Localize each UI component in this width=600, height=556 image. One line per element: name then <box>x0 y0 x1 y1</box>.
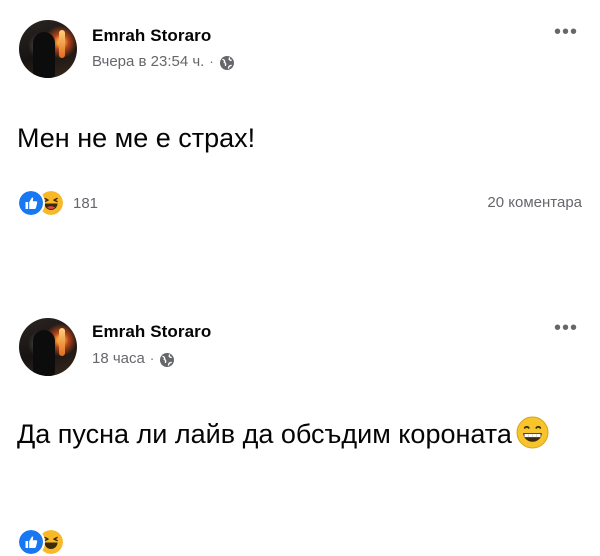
post-text: Да пусна ли лайв да обсъдим короната <box>17 416 577 453</box>
post-timestamp[interactable]: 18 часа <box>92 350 145 367</box>
meta-separator: · <box>149 351 155 366</box>
globe-icon <box>219 55 234 70</box>
post-meta: 18 часа · <box>92 350 175 367</box>
grinning-face-icon <box>516 416 549 449</box>
reactions-summary[interactable] <box>17 528 65 556</box>
post-text: Мен не ме е страх! <box>17 123 256 153</box>
comments-count-link[interactable]: 20 коментара <box>487 194 582 211</box>
post-card: Emrah Storaro 18 часа · ••• Да пусна ли … <box>0 296 600 556</box>
like-icon <box>17 189 45 217</box>
author-name[interactable]: Emrah Storaro <box>92 26 211 46</box>
post-card: Emrah Storaro Вчера в 23:54 ч. · ••• Мен… <box>0 0 600 240</box>
author-avatar[interactable] <box>19 318 77 376</box>
like-icon <box>17 528 45 556</box>
more-options-button[interactable]: ••• <box>554 22 578 42</box>
author-avatar[interactable] <box>19 20 77 78</box>
post-text-content: Да пусна ли лайв да обсъдим короната <box>17 419 512 449</box>
meta-separator: · <box>209 54 214 69</box>
post-meta: Вчера в 23:54 ч. · <box>92 53 235 70</box>
globe-icon <box>160 352 175 367</box>
reactions-summary[interactable]: 181 <box>17 189 98 217</box>
author-name[interactable]: Emrah Storaro <box>92 322 211 342</box>
post-timestamp[interactable]: Вчера в 23:54 ч. <box>92 53 204 70</box>
reaction-count: 181 <box>73 194 99 212</box>
more-options-button[interactable]: ••• <box>554 318 578 338</box>
